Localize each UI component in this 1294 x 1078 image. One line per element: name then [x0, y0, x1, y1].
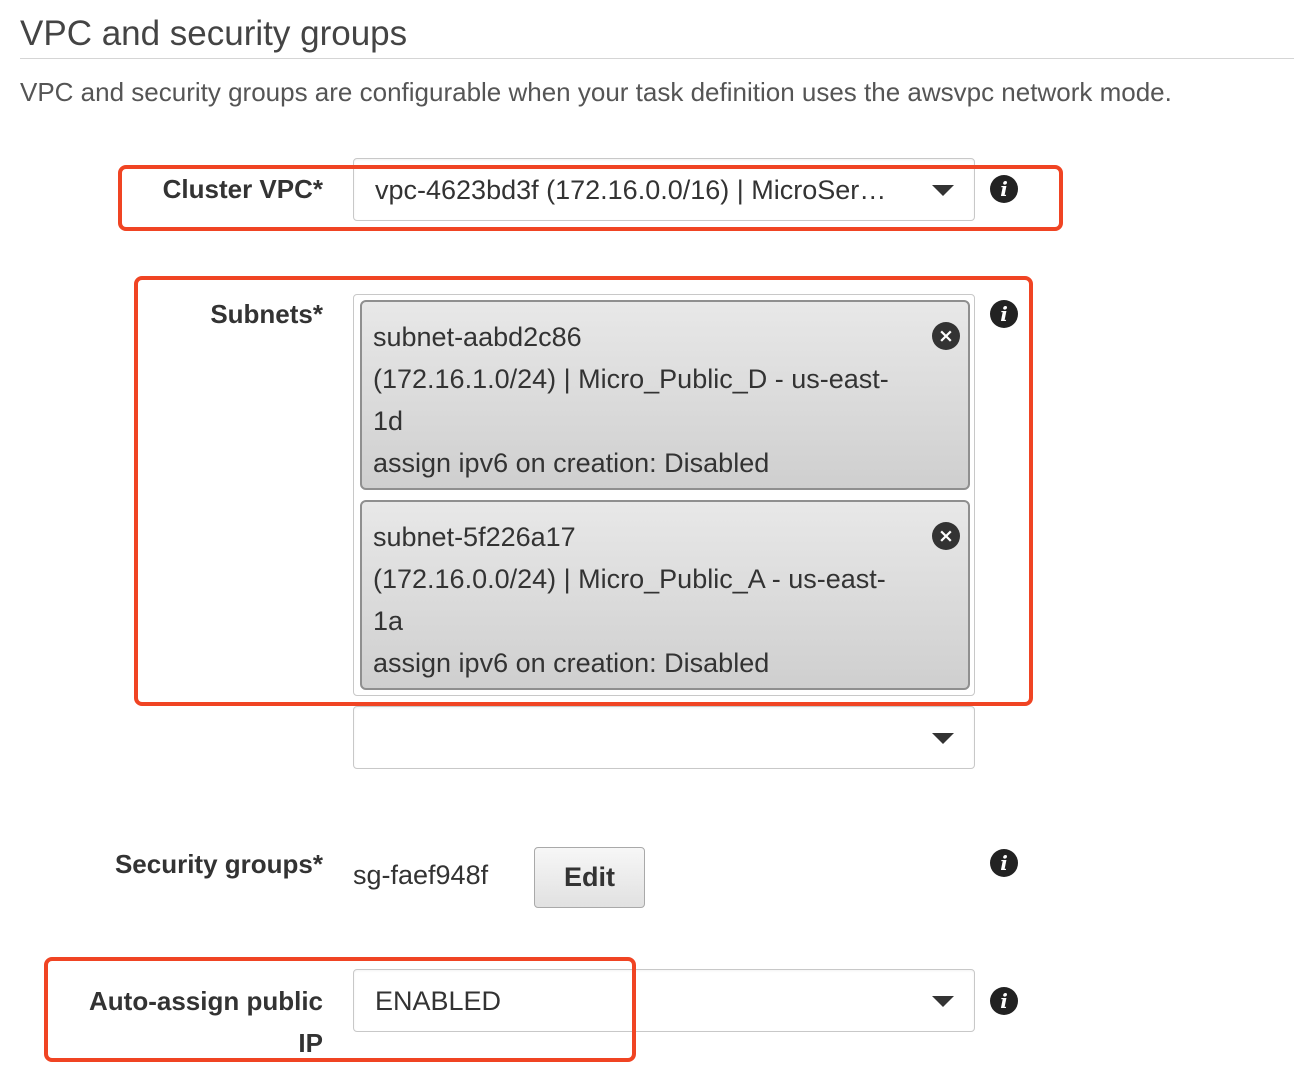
- info-icon[interactable]: i: [990, 300, 1018, 328]
- chevron-down-icon: [932, 995, 954, 1007]
- security-groups-label: Security groups*: [114, 849, 323, 879]
- remove-icon[interactable]: ×: [932, 522, 960, 550]
- subnet-add-select[interactable]: [353, 706, 975, 769]
- subnet-cidr-name: (172.16.1.0/24) | Micro_Public_D - us-ea…: [373, 364, 889, 394]
- info-icon[interactable]: i: [990, 849, 1018, 877]
- subnet-az-suffix: 1d: [373, 406, 404, 436]
- section-title: VPC and security groups: [20, 14, 408, 53]
- subnet-id: subnet-5f226a17: [373, 522, 576, 552]
- chevron-down-icon: [932, 184, 954, 196]
- title-divider: [20, 58, 1294, 59]
- security-group-value: sg-faef948f: [353, 860, 489, 890]
- cluster-vpc-selected-value: vpc-4623bd3f (172.16.0.0/16) | MicroSer…: [375, 175, 887, 205]
- auto-assign-ip-select[interactable]: ENABLED: [353, 969, 975, 1032]
- cluster-vpc-select[interactable]: vpc-4623bd3f (172.16.0.0/16) | MicroSer…: [353, 158, 975, 221]
- subnet-ipv6-setting: assign ipv6 on creation: Disabled: [373, 648, 770, 678]
- auto-assign-ip-selected-value: ENABLED: [375, 986, 502, 1016]
- section-description: VPC and security groups are configurable…: [20, 77, 1172, 107]
- subnet-az-suffix: 1a: [373, 606, 404, 636]
- subnets-label: Subnets*: [210, 299, 323, 329]
- auto-assign-ip-label-line1: Auto-assign public: [89, 986, 323, 1016]
- subnet-id: subnet-aabd2c86: [373, 322, 582, 352]
- remove-icon[interactable]: ×: [932, 322, 960, 350]
- subnet-chip[interactable]: subnet-aabd2c86 (172.16.1.0/24) | Micro_…: [360, 300, 970, 490]
- subnets-multiselect[interactable]: subnet-aabd2c86 (172.16.1.0/24) | Micro_…: [353, 294, 975, 696]
- chevron-down-icon: [932, 732, 954, 744]
- cluster-vpc-label: Cluster VPC*: [162, 174, 323, 204]
- subnet-cidr-name: (172.16.0.0/24) | Micro_Public_A - us-ea…: [373, 564, 886, 594]
- auto-assign-ip-label-line2: IP: [298, 1028, 323, 1058]
- edit-security-groups-button[interactable]: Edit: [534, 847, 645, 908]
- subnet-ipv6-setting: assign ipv6 on creation: Disabled: [373, 448, 770, 478]
- subnet-chip[interactable]: subnet-5f226a17 (172.16.0.0/24) | Micro_…: [360, 500, 970, 690]
- info-icon[interactable]: i: [990, 175, 1018, 203]
- info-icon[interactable]: i: [990, 987, 1018, 1015]
